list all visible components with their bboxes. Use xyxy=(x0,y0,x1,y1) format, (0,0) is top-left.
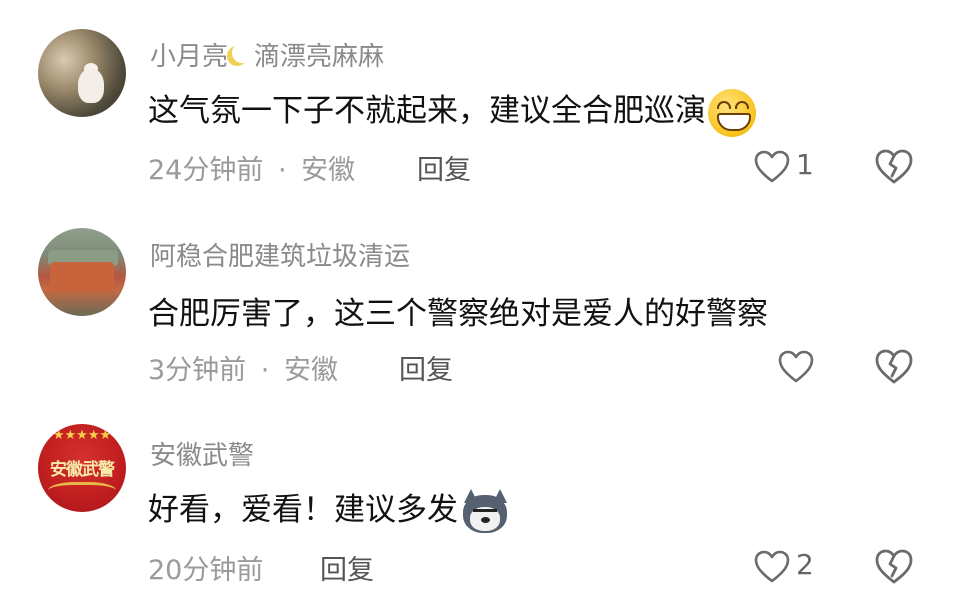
broken-heart-icon[interactable] xyxy=(874,548,914,586)
comment-location: 安徽 xyxy=(301,155,356,186)
broken-heart-icon[interactable] xyxy=(874,348,914,386)
meta-separator: · xyxy=(260,355,270,386)
comment-text: 好看，爱看！建议多发 xyxy=(148,484,510,535)
heart-outline-icon[interactable] xyxy=(754,150,790,184)
comment-meta: 20分钟前 xyxy=(148,548,263,587)
heart-outline-icon[interactable] xyxy=(754,550,790,584)
comment-username[interactable]: 小月亮 滴漂亮麻麻 xyxy=(150,36,384,73)
comment-meta: 24分钟前 · 安徽 xyxy=(148,148,355,187)
like-count: 1 xyxy=(796,148,814,181)
comment-item: ★★★★★ 安徽武警 安徽武警 好看，爱看！建议多发 20分钟前 回复 2 xyxy=(0,400,960,591)
crescent-moon-emoji xyxy=(232,43,252,63)
comment-item: 小月亮 滴漂亮麻麻 这气氛一下子不就起来，建议全合肥巡演 24分钟前 · 安徽 回… xyxy=(0,0,960,200)
comment-time: 24分钟前 xyxy=(148,155,264,186)
husky-dog-emoji xyxy=(460,488,510,535)
avatar[interactable] xyxy=(38,228,126,316)
comment-username[interactable]: 安徽武警 xyxy=(150,435,254,472)
comment-item: 阿稳合肥建筑垃圾清运 合肥厉害了，这三个警察绝对是爱人的好警察 3分钟前 · 安… xyxy=(0,200,960,400)
comment-location: 安徽 xyxy=(283,355,338,386)
heart-outline-icon[interactable] xyxy=(778,350,814,384)
avatar[interactable]: ★★★★★ 安徽武警 xyxy=(38,424,126,512)
username-suffix: 滴漂亮麻麻 xyxy=(254,42,385,72)
avatar-stars: ★★★★★ xyxy=(52,428,112,443)
broken-heart-icon[interactable] xyxy=(874,148,914,186)
reply-button[interactable]: 回复 xyxy=(320,548,374,587)
reply-button[interactable]: 回复 xyxy=(417,148,471,187)
comment-body: 这气氛一下子不就起来，建议全合肥巡演 xyxy=(148,93,706,129)
comment-username[interactable]: 阿稳合肥建筑垃圾清运 xyxy=(150,236,410,273)
comment-text: 合肥厉害了，这三个警察绝对是爱人的好警察 xyxy=(148,296,768,332)
avatar[interactable] xyxy=(38,29,126,117)
comment-time: 3分钟前 xyxy=(148,355,247,386)
comment-time: 20分钟前 xyxy=(148,555,264,586)
avatar-text: 安徽武警 xyxy=(50,460,115,480)
grinning-face-emoji xyxy=(708,88,756,137)
meta-separator: · xyxy=(277,155,287,186)
comment-text: 这气氛一下子不就起来，建议全合肥巡演 xyxy=(148,85,756,137)
comment-meta: 3分钟前 · 安徽 xyxy=(148,348,338,387)
username-text: 小月亮 xyxy=(150,42,229,72)
reply-button[interactable]: 回复 xyxy=(399,348,453,387)
comment-body: 好看，爱看！建议多发 xyxy=(148,492,458,528)
like-count: 2 xyxy=(796,548,814,581)
